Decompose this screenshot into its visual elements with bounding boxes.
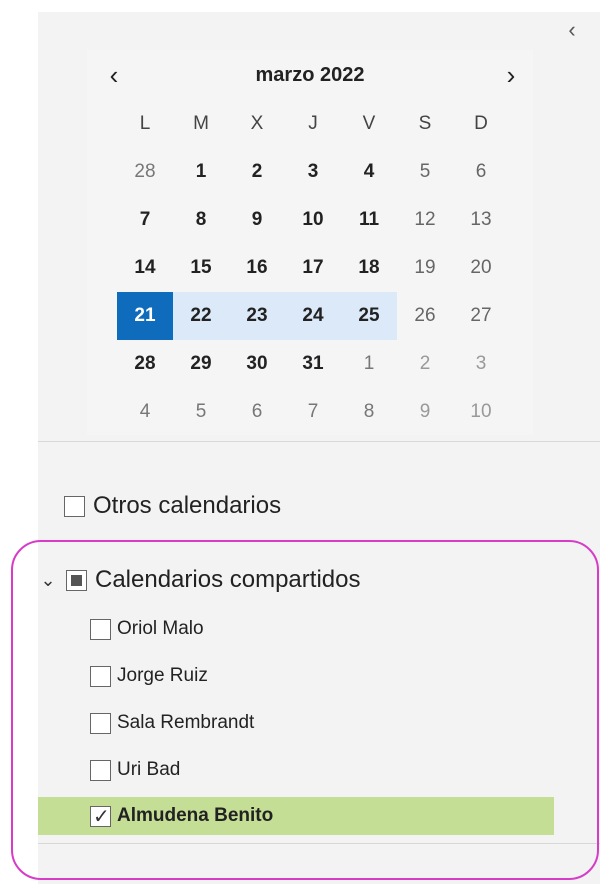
weekday-header: D <box>474 113 488 134</box>
next-month-icon[interactable]: › <box>496 60 526 90</box>
calendar-grid: L M X J V S D 28 1 2 3 4 5 6 7 8 9 10 11… <box>117 100 507 436</box>
group-label: Calendarios compartidos <box>95 566 361 593</box>
divider <box>38 441 600 442</box>
calendar-day[interactable]: 20 <box>453 244 509 292</box>
calendar-item[interactable]: Jorge Ruiz <box>38 659 554 693</box>
calendar-item-selected[interactable]: Almudena Benito <box>38 797 554 835</box>
collapse-pane-icon[interactable]: ‹ <box>561 16 583 44</box>
weekday-header: V <box>362 113 376 134</box>
calendar-day[interactable]: 2 <box>229 148 285 196</box>
calendar-day[interactable]: 11 <box>341 196 397 244</box>
calendar-item[interactable]: Oriol Malo <box>38 612 554 646</box>
calendar-day[interactable]: 9 <box>229 196 285 244</box>
calendar-day[interactable]: 23 <box>229 292 285 340</box>
calendar-item[interactable]: Sala Rembrandt <box>38 706 554 740</box>
calendar-item-label: Almudena Benito <box>117 805 274 826</box>
weekday-header: L <box>139 113 151 134</box>
calendar-day[interactable]: 17 <box>285 244 341 292</box>
calendar-day[interactable]: 28 <box>117 148 173 196</box>
calendar-day[interactable]: 19 <box>397 244 453 292</box>
calendar-day[interactable]: 25 <box>341 292 397 340</box>
calendar-day[interactable]: 14 <box>117 244 173 292</box>
calendar-day[interactable]: 28 <box>117 340 173 388</box>
weekday-header: M <box>193 113 209 134</box>
weekday-header: X <box>250 113 264 134</box>
calendar-day[interactable]: 9 <box>397 388 453 436</box>
calendar-day[interactable]: 22 <box>173 292 229 340</box>
calendar-day[interactable]: 8 <box>173 196 229 244</box>
calendar-day[interactable]: 5 <box>173 388 229 436</box>
calendar-day[interactable]: 18 <box>341 244 397 292</box>
calendar-item-checkbox[interactable] <box>90 618 111 640</box>
other-calendars-checkbox[interactable] <box>64 495 85 517</box>
calendar-day[interactable]: 8 <box>341 388 397 436</box>
calendar-day[interactable]: 4 <box>117 388 173 436</box>
calendar-day[interactable]: 29 <box>173 340 229 388</box>
month-year-title: marzo 2022 <box>255 64 365 86</box>
calendar-day[interactable]: 27 <box>453 292 509 340</box>
divider <box>38 843 600 844</box>
calendar-day[interactable]: 24 <box>285 292 341 340</box>
mini-calendar: ‹ marzo 2022 › L M X J V S D 28 1 2 3 4 … <box>87 50 533 435</box>
calendar-day[interactable]: 10 <box>453 388 509 436</box>
calendar-day[interactable]: 15 <box>173 244 229 292</box>
calendar-item-checkbox-checked[interactable] <box>90 804 111 828</box>
calendar-day[interactable]: 10 <box>285 196 341 244</box>
calendar-day[interactable]: 7 <box>285 388 341 436</box>
calendar-day[interactable]: 16 <box>229 244 285 292</box>
calendar-day[interactable]: 6 <box>453 148 509 196</box>
calendar-day[interactable]: 1 <box>341 340 397 388</box>
calendar-item[interactable]: Uri Bad <box>38 753 554 787</box>
group-shared-calendars[interactable]: ⌄ Calendarios compartidos <box>38 566 360 594</box>
calendar-day[interactable]: 31 <box>285 340 341 388</box>
calendar-day[interactable]: 2 <box>397 340 453 388</box>
calendar-day[interactable]: 3 <box>453 340 509 388</box>
group-other-calendars[interactable]: Otros calendarios <box>64 492 281 520</box>
calendar-item-label: Sala Rembrandt <box>117 712 255 733</box>
calendar-day[interactable]: 3 <box>285 148 341 196</box>
calendar-item-label: Uri Bad <box>117 759 181 780</box>
calendar-item-checkbox[interactable] <box>90 759 111 781</box>
calendar-day[interactable]: 5 <box>397 148 453 196</box>
calendar-day-today[interactable]: 21 <box>117 292 173 340</box>
group-label: Otros calendarios <box>93 492 282 519</box>
calendar-day[interactable]: 4 <box>341 148 397 196</box>
calendar-item-checkbox[interactable] <box>90 665 111 687</box>
calendar-item-label: Oriol Malo <box>117 618 204 639</box>
calendar-day[interactable]: 12 <box>397 196 453 244</box>
calendar-day[interactable]: 30 <box>229 340 285 388</box>
weekday-header: J <box>308 113 318 134</box>
chevron-down-icon[interactable]: ⌄ <box>38 570 58 591</box>
calendar-day[interactable]: 1 <box>173 148 229 196</box>
calendar-item-checkbox[interactable] <box>90 712 111 734</box>
calendar-day[interactable]: 6 <box>229 388 285 436</box>
calendar-day[interactable]: 7 <box>117 196 173 244</box>
previous-month-icon[interactable]: ‹ <box>99 60 129 90</box>
shared-calendars-checkbox[interactable] <box>66 569 87 591</box>
calendar-item-label: Jorge Ruiz <box>117 665 208 686</box>
calendar-day[interactable]: 26 <box>397 292 453 340</box>
calendar-day[interactable]: 13 <box>453 196 509 244</box>
weekday-header: S <box>418 113 432 134</box>
